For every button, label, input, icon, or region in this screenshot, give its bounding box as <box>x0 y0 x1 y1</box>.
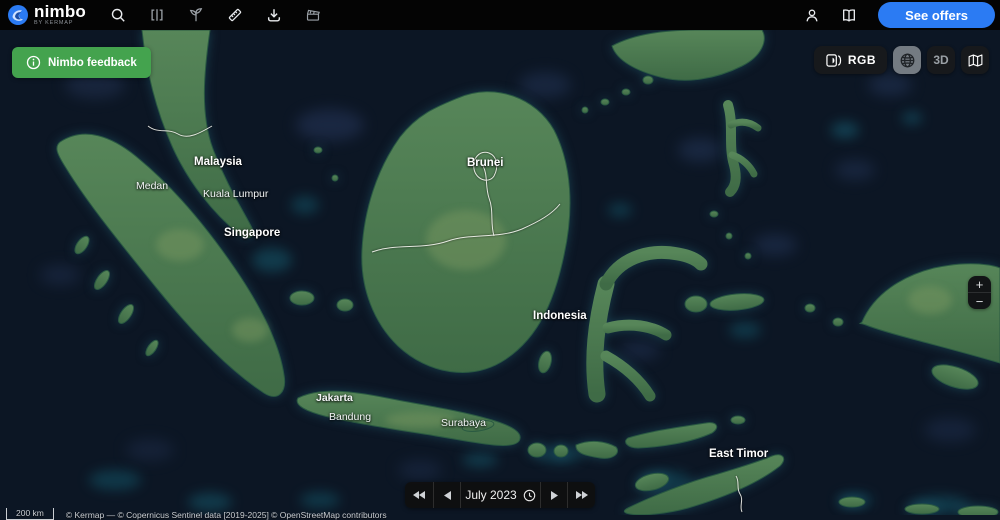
feedback-label: Nimbo feedback <box>48 56 137 69</box>
search-icon <box>111 8 125 22</box>
nimbo-logo-icon <box>8 5 28 25</box>
see-offers-button[interactable]: See offers <box>878 2 995 28</box>
toolbar <box>110 5 321 25</box>
map-container <box>0 30 1000 515</box>
map-attribution: 200 km © Kermap — © Copernicus Sentinel … <box>6 508 387 520</box>
vegetation-index-button[interactable] <box>188 5 204 25</box>
step-forward-icon <box>550 490 558 500</box>
view-controls: RGB 3D <box>813 46 989 74</box>
layers-icon <box>826 53 841 67</box>
top-bar: nimbo BY KERMAP See offers <box>0 0 1000 30</box>
scale-bar: 200 km <box>6 508 54 520</box>
measure-button[interactable] <box>227 5 243 25</box>
rgb-label: RGB <box>847 53 876 67</box>
compare-icon <box>151 9 163 21</box>
user-icon <box>806 9 818 21</box>
timeline-step-forward-button[interactable] <box>540 482 567 508</box>
documentation-button[interactable] <box>841 5 857 25</box>
map-canvas[interactable] <box>0 30 1000 515</box>
step-back-icon <box>443 490 451 500</box>
zoom-out-button[interactable]: − <box>968 293 991 309</box>
vegetation-index-icon <box>189 8 203 22</box>
timeline-bar: July 2023 <box>405 482 595 508</box>
globe-view-button[interactable] <box>893 46 921 74</box>
brand-byline: BY KERMAP <box>34 20 74 27</box>
account-button[interactable] <box>804 5 820 25</box>
clock-icon <box>523 489 535 501</box>
basemap-button[interactable] <box>961 46 989 74</box>
info-icon <box>26 55 41 70</box>
download-icon <box>267 9 281 22</box>
skip-back-icon <box>412 491 425 499</box>
zoom-in-button[interactable]: + <box>968 276 991 292</box>
timeline-period-label: July 2023 <box>465 488 517 502</box>
search-button[interactable] <box>110 5 126 25</box>
timeline-skip-forward-button[interactable] <box>567 482 595 508</box>
download-button[interactable] <box>266 5 282 25</box>
brand-name: nimbo <box>34 2 86 22</box>
3d-label: 3D <box>933 53 949 67</box>
topbar-right: See offers <box>804 2 1000 28</box>
measure-icon <box>228 8 242 22</box>
3d-view-button[interactable]: 3D <box>927 46 955 74</box>
zoom-control: + − <box>968 276 991 309</box>
rgb-bands-button[interactable]: RGB <box>813 46 887 74</box>
timelapse-icon <box>306 9 320 21</box>
documentation-icon <box>843 8 856 22</box>
feedback-button[interactable]: Nimbo feedback <box>12 47 151 78</box>
brand[interactable]: nimbo BY KERMAP <box>0 3 96 27</box>
compare-button[interactable] <box>149 5 165 25</box>
skip-forward-icon <box>576 491 588 499</box>
globe-icon <box>900 53 914 67</box>
timeline-period-button[interactable]: July 2023 <box>460 482 540 508</box>
map-icon <box>968 53 982 67</box>
timelapse-button[interactable] <box>305 5 321 25</box>
timeline-step-back-button[interactable] <box>433 482 460 508</box>
attribution-credits: © Kermap — © Copernicus Sentinel data [2… <box>65 510 387 520</box>
timeline-skip-back-button[interactable] <box>405 482 433 508</box>
